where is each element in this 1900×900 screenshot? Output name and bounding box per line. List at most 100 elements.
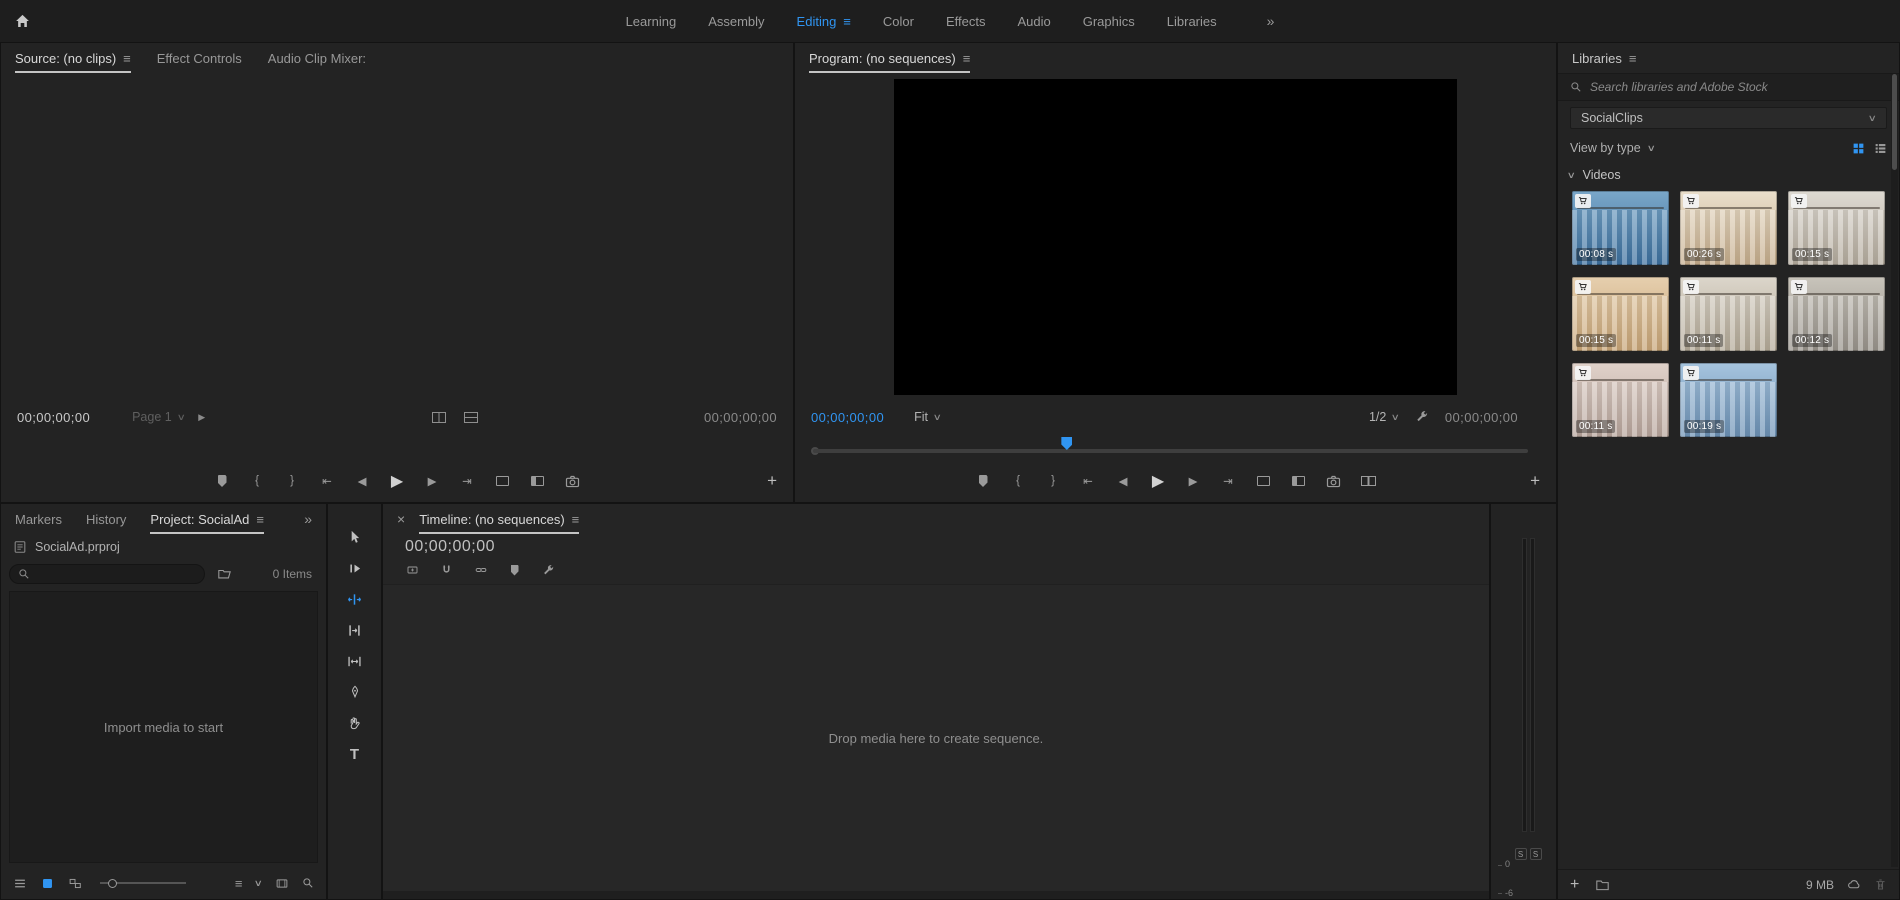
playback-resolution-selector[interactable]: 1/2 ∨ [1369, 410, 1399, 424]
export-frame-button[interactable] [1322, 470, 1344, 492]
section-collapse-chevron-icon[interactable]: ∨ [1567, 170, 1576, 181]
workspace-tab-audio[interactable]: Audio [1017, 14, 1050, 29]
video-item[interactable]: 00:11 s [1680, 277, 1777, 351]
library-selector[interactable]: SocialClips ∨ [1570, 107, 1887, 129]
comparison-view-button[interactable] [1357, 470, 1379, 492]
program-scrub-area[interactable] [795, 434, 1556, 460]
zoom-slider-knob[interactable] [108, 879, 117, 888]
tab-timeline[interactable]: Timeline: (no sequences) ≡ [419, 504, 579, 534]
workspace-tab-editing[interactable]: Editing ≡ [797, 14, 851, 29]
workspace-menu-icon[interactable]: ≡ [843, 14, 851, 29]
add-content-button[interactable]: + [1570, 876, 1579, 894]
mark-out-button[interactable]: } [1042, 470, 1064, 492]
type-tool[interactable]: T [343, 743, 367, 765]
add-marker-button[interactable] [211, 470, 233, 492]
libraries-search-input[interactable] [1590, 80, 1887, 94]
go-to-out-button[interactable]: ⇥ [1217, 470, 1239, 492]
insert-button[interactable] [491, 470, 513, 492]
go-to-out-button[interactable]: ⇥ [456, 470, 478, 492]
mark-out-button[interactable]: } [281, 470, 303, 492]
home-button[interactable] [14, 13, 31, 30]
tab-markers[interactable]: Markers [15, 504, 62, 534]
ripple-edit-tool[interactable] [343, 588, 367, 610]
timeline-horizontal-scrollbar[interactable] [383, 891, 1489, 899]
view-by-label[interactable]: View by type [1570, 141, 1641, 155]
drag-video-only-icon[interactable] [430, 409, 448, 425]
open-bin-icon[interactable] [217, 567, 232, 581]
workspace-tab-learning[interactable]: Learning [626, 14, 677, 29]
program-current-timecode[interactable]: 00;00;00;00 [811, 410, 884, 425]
new-library-folder-icon[interactable] [1595, 878, 1610, 892]
play-button[interactable]: ▶ [386, 470, 408, 492]
stock-cart-icon[interactable] [1791, 194, 1807, 208]
stock-cart-icon[interactable] [1791, 280, 1807, 294]
project-search-box[interactable] [9, 564, 205, 584]
list-view-button[interactable] [1874, 142, 1887, 155]
source-scrub-area[interactable] [1, 434, 793, 460]
workspace-tab-effects[interactable]: Effects [946, 14, 986, 29]
mark-in-button[interactable]: { [246, 470, 268, 492]
rolling-edit-tool[interactable] [343, 619, 367, 641]
source-page-advance-icon[interactable]: ▶ [198, 412, 205, 423]
thumbnail-zoom-slider[interactable] [100, 876, 186, 890]
video-item[interactable]: 00:26 s [1680, 191, 1777, 265]
source-panel-menu-icon[interactable]: ≡ [123, 51, 131, 66]
timeline-panel-menu-icon[interactable]: ≡ [572, 512, 580, 527]
freeform-view-button[interactable] [68, 877, 82, 890]
overwrite-button[interactable] [526, 470, 548, 492]
drag-audio-only-icon[interactable] [462, 409, 480, 425]
play-button[interactable]: ▶ [1147, 470, 1169, 492]
grid-view-button[interactable] [1852, 142, 1865, 155]
program-fit-selector[interactable]: Fit ∨ [914, 410, 940, 424]
find-button[interactable] [302, 877, 314, 889]
add-marker-icon[interactable] [507, 562, 522, 578]
video-item[interactable]: 00:08 s [1572, 191, 1669, 265]
pen-tool[interactable] [343, 681, 367, 703]
go-to-in-button[interactable]: ⇤ [316, 470, 338, 492]
solo-left-button[interactable]: S [1515, 848, 1527, 860]
mark-in-button[interactable]: { [1007, 470, 1029, 492]
workspace-overflow-button[interactable]: » [1267, 13, 1275, 29]
view-by-chevron-icon[interactable]: ∨ [1646, 143, 1655, 154]
stock-cart-icon[interactable] [1683, 194, 1699, 208]
source-current-timecode[interactable]: 00;00;00;00 [17, 410, 90, 425]
timeline-close-icon[interactable]: × [397, 511, 405, 527]
extract-button[interactable] [1287, 470, 1309, 492]
linked-selection-icon[interactable] [473, 562, 488, 578]
lift-button[interactable] [1252, 470, 1274, 492]
stock-cart-icon[interactable] [1683, 366, 1699, 380]
button-editor-button[interactable]: + [767, 471, 777, 491]
video-item[interactable]: 00:19 s [1680, 363, 1777, 437]
step-back-button[interactable]: ◀ [1112, 470, 1134, 492]
tab-effect-controls[interactable]: Effect Controls [157, 43, 242, 73]
video-item[interactable]: 00:15 s [1788, 191, 1885, 265]
libraries-scrollbar-thumb[interactable] [1892, 74, 1897, 170]
tab-audio-clip-mixer[interactable]: Audio Clip Mixer: [268, 43, 366, 73]
timeline-settings-wrench-icon[interactable] [541, 562, 556, 578]
tab-libraries[interactable]: Libraries ≡ [1572, 43, 1636, 73]
project-panel-menu-icon[interactable]: ≡ [256, 512, 264, 527]
video-item[interactable]: 00:15 s [1572, 277, 1669, 351]
tab-source[interactable]: Source: (no clips) ≡ [15, 43, 131, 73]
insert-overwrite-toggle-icon[interactable] [405, 562, 420, 578]
workspace-tab-graphics[interactable]: Graphics [1083, 14, 1135, 29]
tab-project[interactable]: Project: SocialAd ≡ [150, 504, 264, 534]
step-forward-button[interactable]: ▶ [421, 470, 443, 492]
hand-tool[interactable] [343, 712, 367, 734]
project-search-input[interactable] [36, 567, 196, 581]
program-settings-wrench-icon[interactable] [1413, 409, 1431, 425]
tab-history[interactable]: History [86, 504, 126, 534]
timeline-timecode[interactable]: 00;00;00;00 [405, 538, 1489, 556]
libraries-scrollbar[interactable] [1891, 74, 1898, 867]
project-empty-area[interactable]: Import media to start [9, 591, 318, 863]
new-item-button[interactable] [275, 877, 289, 890]
snap-magnet-icon[interactable] [439, 562, 454, 578]
export-frame-button[interactable] [561, 470, 583, 492]
workspace-tab-color[interactable]: Color [883, 14, 914, 29]
add-marker-button[interactable] [972, 470, 994, 492]
sort-chevron-icon[interactable]: ∨ [254, 878, 263, 889]
timeline-drop-zone[interactable]: Drop media here to create sequence. [383, 584, 1489, 891]
video-item[interactable]: 00:12 s [1788, 277, 1885, 351]
cloud-sync-icon[interactable] [1846, 878, 1862, 891]
step-forward-button[interactable]: ▶ [1182, 470, 1204, 492]
